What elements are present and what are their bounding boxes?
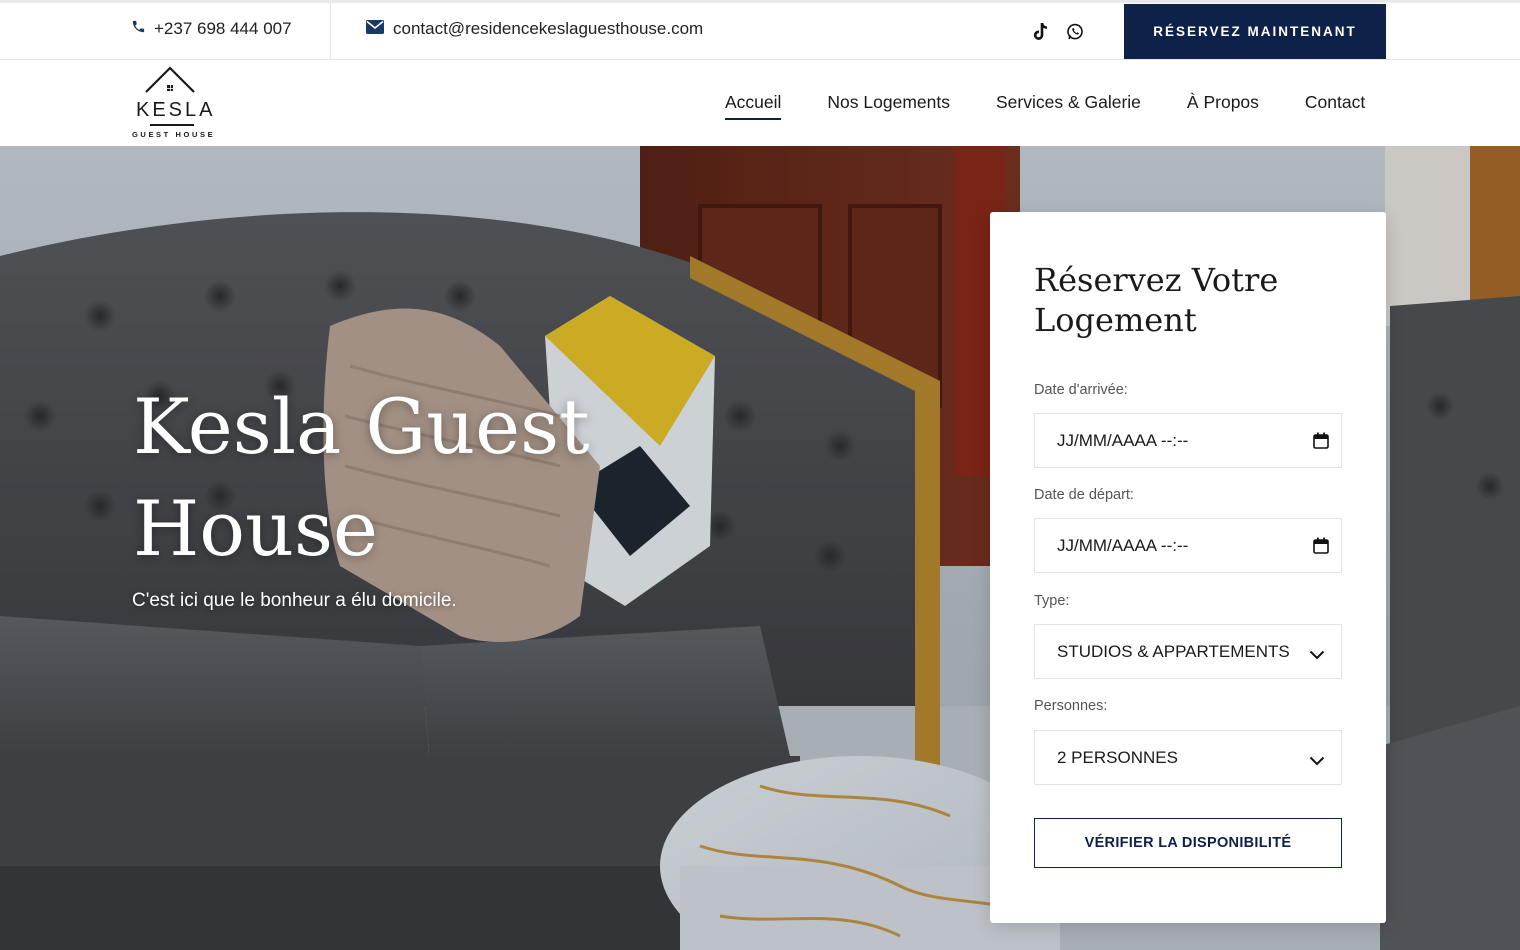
site-logo[interactable]: KESLA GUEST HOUSE (131, 62, 213, 142)
check-availability-button[interactable]: VÉRIFIER LA DISPONIBILITÉ (1034, 818, 1342, 868)
arrival-date-value: JJ/MM/AAAA --:-- (1057, 430, 1189, 450)
type-select[interactable]: STUDIOS & APPARTEMENTS (1034, 624, 1342, 679)
main-header: KESLA GUEST HOUSE Accueil Nos Logements … (0, 60, 1520, 146)
hero-subtitle: C'est ici que le bonheur a élu domicile. (132, 590, 457, 611)
envelope-icon (366, 19, 384, 39)
persons-label: Personnes: (1034, 698, 1108, 714)
booking-form-title: Réservez Votre Logement (1034, 261, 1279, 339)
hero-title: Kesla Guest House (133, 376, 753, 580)
logo-brand-text: KESLA (136, 99, 216, 121)
phone-icon (131, 19, 146, 39)
tiktok-icon[interactable] (1032, 22, 1050, 47)
nav-item-services-galerie[interactable]: Services & Galerie (996, 92, 1141, 113)
departure-date-input[interactable]: JJ/MM/AAAA --:-- (1034, 518, 1342, 573)
persons-select[interactable]: 2 PERSONNES (1034, 730, 1342, 785)
calendar-icon[interactable] (1313, 537, 1329, 559)
main-navigation: Accueil Nos Logements Services & Galerie… (725, 92, 1365, 120)
arrival-date-label: Date d'arrivée: (1034, 382, 1128, 398)
departure-date-label: Date de départ: (1034, 487, 1134, 503)
logo-subtitle: GUEST HOUSE (132, 130, 216, 139)
topbar-divider (330, 3, 331, 60)
persons-select-value: 2 PERSONNES (1057, 747, 1178, 767)
booking-form-card: Réservez Votre Logement Date d'arrivée: … (990, 212, 1386, 923)
email-address: contact@residencekeslaguesthouse.com (393, 19, 704, 38)
nav-item-a-propos[interactable]: À Propos (1187, 92, 1259, 113)
type-select-value: STUDIOS & APPARTEMENTS (1057, 641, 1290, 661)
chevron-down-icon (1309, 751, 1325, 771)
calendar-icon[interactable] (1313, 432, 1329, 454)
house-roof-icon (145, 66, 195, 93)
nav-item-contact[interactable]: Contact (1305, 92, 1365, 113)
hero-title-line-2: House (133, 484, 378, 573)
top-bar: +237 698 444 007 contact@residencekeslag… (0, 0, 1520, 60)
arrival-date-input[interactable]: JJ/MM/AAAA --:-- (1034, 413, 1342, 468)
book-now-button[interactable]: RÉSERVEZ MAINTENANT (1124, 4, 1386, 59)
phone-contact[interactable]: +237 698 444 007 (131, 19, 292, 39)
logo-divider (150, 124, 194, 126)
nav-item-nos-logements[interactable]: Nos Logements (827, 92, 950, 113)
type-label: Type: (1034, 593, 1070, 609)
phone-number: +237 698 444 007 (154, 19, 292, 38)
email-contact[interactable]: contact@residencekeslaguesthouse.com (366, 19, 703, 39)
nav-item-accueil[interactable]: Accueil (725, 92, 782, 120)
social-links (1032, 22, 1084, 47)
chevron-down-icon (1309, 645, 1325, 665)
departure-date-value: JJ/MM/AAAA --:-- (1057, 535, 1189, 555)
whatsapp-icon[interactable] (1066, 23, 1084, 46)
hero-title-line-1: Kesla Guest (133, 382, 590, 471)
